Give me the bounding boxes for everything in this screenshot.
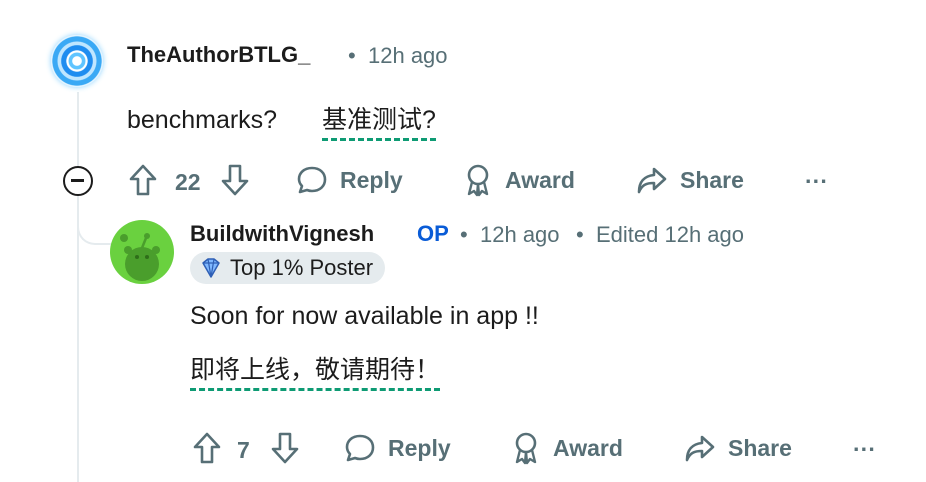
upvote-button[interactable] (128, 163, 158, 197)
reply-label: Reply (388, 434, 451, 461)
meta-separator: • (460, 222, 468, 247)
op-badge: OP (417, 221, 449, 246)
award-label: Award (505, 166, 575, 193)
more-options-icon: ··· (853, 436, 876, 462)
avatar[interactable] (110, 220, 174, 284)
award-icon (467, 164, 489, 197)
flair-label: Top 1% Poster (230, 255, 374, 280)
more-options-icon: ··· (805, 168, 828, 194)
comment-body: benchmarks? (127, 106, 278, 134)
upvote-button[interactable] (192, 431, 222, 465)
user-flair: Top 1% Poster (190, 252, 386, 284)
reply-body: Soon for now available in app !! (190, 302, 539, 330)
reply-translation[interactable]: 即将上线，敬请期待！ (190, 356, 441, 391)
award-button[interactable]: Award (511, 431, 623, 465)
share-icon (685, 435, 715, 462)
comment-bubble-icon (297, 166, 327, 194)
comment-author[interactable]: TheAuthorBTLG_ (127, 42, 310, 68)
reply-connector-line (77, 205, 117, 245)
share-button[interactable]: Share (684, 433, 792, 463)
share-button[interactable]: Share (636, 165, 744, 195)
comment-bubble-icon (345, 434, 375, 462)
downvote-icon (271, 432, 299, 464)
edited-timestamp: Edited 12h ago (596, 222, 745, 247)
award-button[interactable]: Award (463, 163, 575, 197)
more-options-button[interactable]: ··· (853, 436, 876, 463)
avatar[interactable] (51, 35, 103, 87)
thread-line[interactable] (77, 92, 79, 482)
more-options-button[interactable]: ··· (805, 168, 828, 195)
reddit-snoo-icon (120, 233, 160, 281)
comment-translation[interactable]: 基准测试? (322, 106, 436, 141)
award-label: Award (553, 434, 623, 461)
share-label: Share (728, 434, 792, 461)
share-icon (637, 167, 667, 194)
reply-button[interactable]: Reply (344, 433, 451, 463)
vote-count: 22 (175, 169, 201, 195)
award-icon (515, 432, 537, 465)
diamond-badge-icon (202, 258, 220, 278)
collapse-thread-button[interactable] (63, 166, 93, 196)
downvote-button[interactable] (270, 431, 300, 465)
vote-count: 7 (237, 437, 250, 463)
upvote-icon (193, 432, 221, 464)
reply-label: Reply (340, 166, 403, 193)
upvote-icon (129, 164, 157, 196)
meta-separator: • (576, 222, 584, 247)
share-label: Share (680, 166, 744, 193)
meta-separator: • (348, 43, 356, 68)
downvote-icon (221, 164, 249, 196)
reply-author[interactable]: BuildwithVignesh (190, 221, 374, 247)
reply-timestamp[interactable]: 12h ago (480, 222, 560, 248)
downvote-button[interactable] (220, 163, 250, 197)
comment-timestamp[interactable]: 12h ago (368, 43, 448, 69)
reply-button[interactable]: Reply (296, 165, 403, 195)
